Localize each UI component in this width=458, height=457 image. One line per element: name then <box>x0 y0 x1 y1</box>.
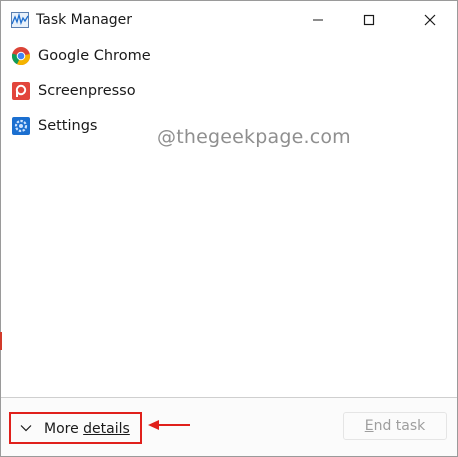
end-task-label: End task <box>364 418 426 434</box>
window-title: Task Manager <box>36 12 133 28</box>
title-bar[interactable]: Task Manager <box>1 1 457 39</box>
process-name: Google Chrome <box>38 48 151 64</box>
process-row-screenpresso[interactable]: Screenpresso <box>1 74 457 109</box>
task-manager-window: Task Manager Google Chrome Screenpresso … <box>0 0 458 457</box>
process-name: Screenpresso <box>38 83 136 99</box>
more-details-button[interactable]: More details <box>9 412 142 444</box>
settings-icon <box>11 116 31 136</box>
footer-bar: More details End task <box>1 398 457 456</box>
end-task-button[interactable]: End task <box>343 412 447 440</box>
red-arrow-annotation <box>148 420 190 430</box>
screenpresso-icon <box>11 81 31 101</box>
edge-marker <box>0 332 2 350</box>
maximize-icon <box>363 14 375 26</box>
minimize-icon <box>313 19 323 21</box>
chrome-icon <box>11 46 31 66</box>
chevron-down-icon <box>20 425 32 432</box>
close-button[interactable] <box>407 1 453 39</box>
maximize-button[interactable] <box>346 1 392 39</box>
task-manager-app-icon <box>11 12 29 28</box>
more-details-label: More details <box>44 421 130 437</box>
process-name: Settings <box>38 118 98 134</box>
watermark-text: @thegeekpage.com <box>157 126 351 148</box>
close-icon <box>424 14 436 26</box>
process-row-google-chrome[interactable]: Google Chrome <box>1 39 457 74</box>
minimize-button[interactable] <box>295 1 341 39</box>
